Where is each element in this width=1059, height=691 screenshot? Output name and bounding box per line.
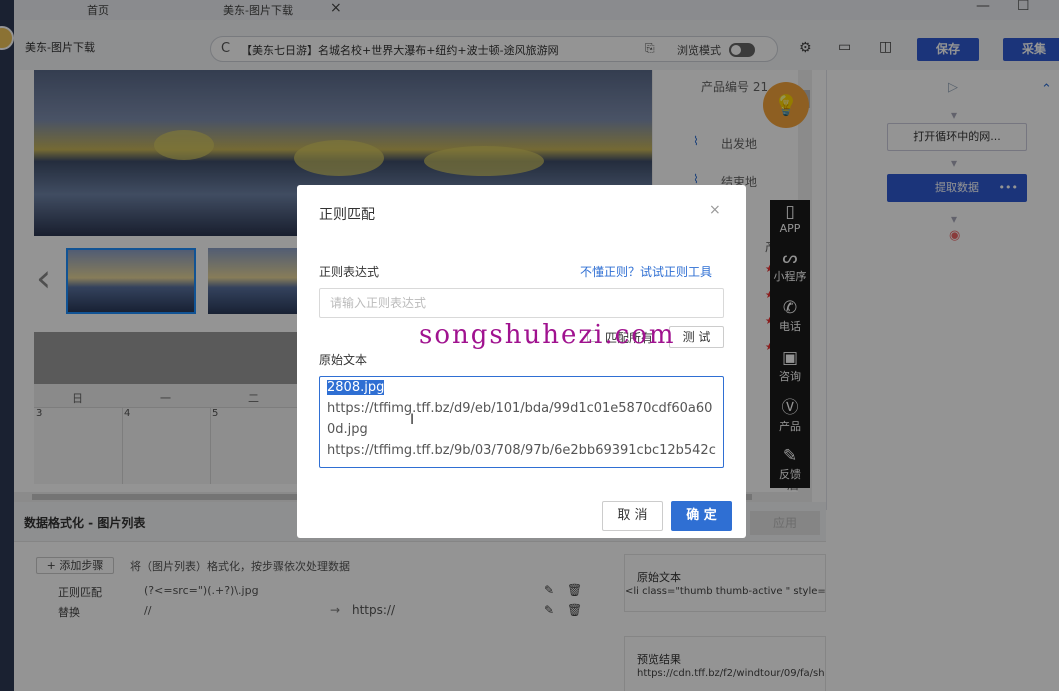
close-icon[interactable]: ×	[709, 202, 721, 218]
text-line: https://tffimg.tff.bz/9b/03/708/97b/6e2b…	[327, 443, 716, 458]
raw-text-area[interactable]: 2808.jpg https://tffimg.tff.bz/d9/eb/101…	[319, 376, 724, 468]
confirm-button[interactable]: 确 定	[671, 501, 732, 531]
text-line: 0d.jpg	[327, 422, 368, 437]
text-line: https://tffimg.tff.bz/d9/eb/101/bda/99d1…	[327, 401, 713, 416]
test-button[interactable]: 测 试	[669, 326, 724, 348]
app-window: 首页 美东-图片下载 × — ☐ 美东-图片下载 C 【美东七日游】名城名校+世…	[0, 0, 1059, 691]
regex-help-link[interactable]: 不懂正则？试试正则工具	[580, 263, 712, 280]
regex-input[interactable]	[319, 288, 724, 318]
cancel-button[interactable]: 取 消	[602, 501, 663, 531]
text-cursor-icon: I	[410, 412, 415, 428]
dialog-title: 正则匹配	[319, 207, 375, 223]
watermark: songshuhezi.com	[419, 320, 676, 350]
regex-dialog: 正则匹配 × 正则表达式 不懂正则？试试正则工具 匹配所有 测 试 songsh…	[297, 185, 746, 538]
text-line-selected: 2808.jpg	[327, 380, 385, 395]
raw-text-label: 原始文本	[319, 353, 368, 367]
regex-label: 正则表达式	[319, 265, 380, 279]
